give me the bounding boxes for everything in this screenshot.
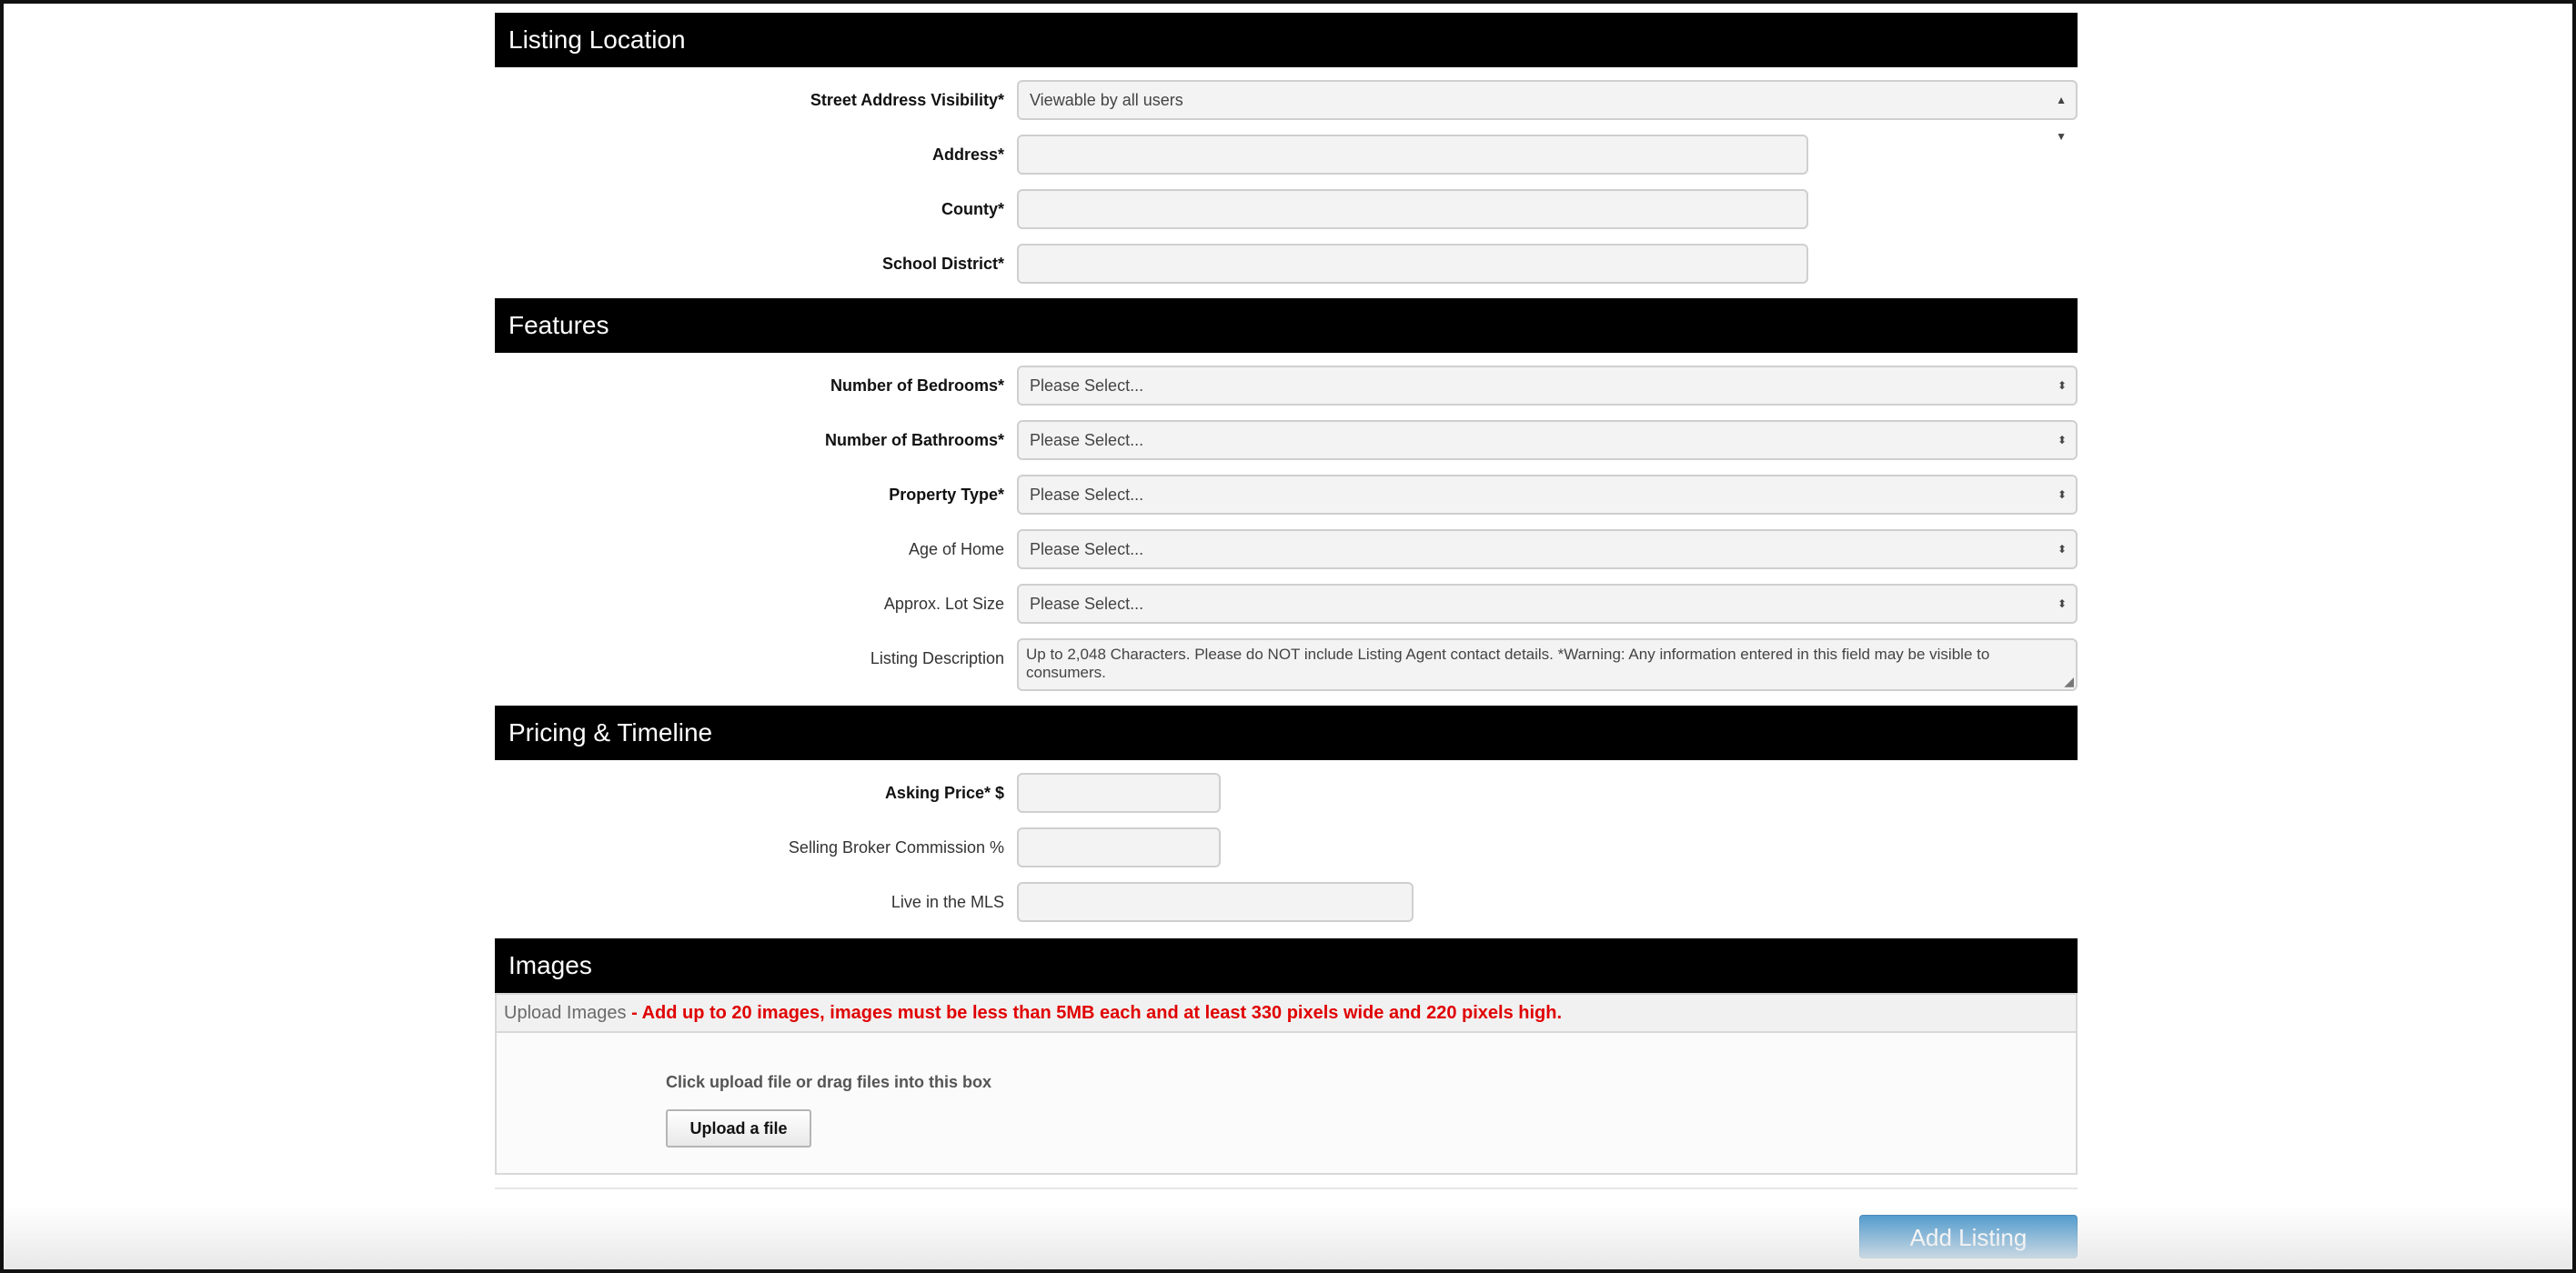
live-in-mls-input[interactable] (1017, 882, 1414, 922)
up-down-arrows-icon: ⬍ (2057, 597, 2067, 610)
county-label: County* (941, 200, 1004, 218)
up-down-arrows-icon: ⬍ (2057, 488, 2067, 501)
drop-hint-text: Click upload file or drag files into thi… (666, 1073, 992, 1091)
school-district-label: School District* (881, 255, 1004, 273)
listing-form: Listing Location Street Address Visibili… (495, 0, 2078, 1273)
section-header-images: Images (495, 938, 2078, 993)
age-of-home-value: Please Select... (1030, 540, 1144, 558)
add-listing-button[interactable]: Add Listing (1859, 1215, 2078, 1258)
street-address-visibility-value: Viewable by all users (1030, 91, 1183, 109)
broker-commission-label: Selling Broker Commission % (788, 838, 1004, 857)
street-address-visibility-label: Street Address Visibility* (810, 91, 1004, 109)
image-upload-dropzone[interactable]: Upload Images - Add up to 20 images, ima… (495, 993, 2078, 1175)
age-of-home-select[interactable]: Please Select... ⬍ (1017, 529, 2078, 569)
lot-size-label: Approx. Lot Size (883, 595, 1004, 613)
listing-description-placeholder: Up to 2,048 Characters. Please do NOT in… (1026, 646, 1990, 681)
street-address-visibility-select[interactable]: Viewable by all users ▲ ▼ (1017, 80, 2078, 143)
property-type-label: Property Type* (889, 486, 1004, 504)
red-arrow-icon (1001, 1202, 1364, 1273)
county-input[interactable] (1017, 189, 1808, 229)
broker-commission-input[interactable] (1017, 827, 1221, 867)
asking-price-input[interactable] (1017, 773, 1221, 813)
school-district-input[interactable] (1017, 244, 1808, 284)
upload-images-bar: Upload Images - Add up to 20 images, ima… (497, 995, 2076, 1033)
listing-description-textarea[interactable]: Up to 2,048 Characters. Please do NOT in… (1017, 638, 2078, 691)
section-header-pricing-timeline: Pricing & Timeline (495, 706, 2078, 760)
bedrooms-value: Please Select... (1030, 376, 1144, 395)
listing-description-label: Listing Description (870, 649, 1004, 667)
upload-images-label: Upload Images (504, 1003, 627, 1023)
bedrooms-select[interactable]: Please Select... ⬍ (1017, 366, 2078, 406)
divider (495, 1188, 2078, 1189)
up-down-arrows-icon: ⬍ (2057, 379, 2067, 392)
bathrooms-select[interactable]: Please Select... ⬍ (1017, 420, 2078, 460)
live-in-mls-label: Live in the MLS (891, 893, 1004, 911)
section-header-listing-location: Listing Location (495, 13, 2078, 67)
bedrooms-label: Number of Bedrooms* (830, 376, 1004, 395)
lot-size-value: Please Select... (1030, 595, 1144, 613)
address-input[interactable] (1017, 135, 1808, 175)
up-down-arrows-icon: ⬍ (2057, 434, 2067, 446)
up-down-arrows-icon: ⬍ (2057, 543, 2067, 556)
asking-price-label: Asking Price* $ (884, 784, 1004, 802)
upload-file-button[interactable]: Upload a file (666, 1109, 811, 1148)
property-type-select[interactable]: Please Select... ⬍ (1017, 475, 2078, 515)
section-header-features: Features (495, 298, 2078, 353)
address-label: Address* (931, 145, 1004, 164)
age-of-home-label: Age of Home (908, 540, 1004, 558)
up-down-arrows-icon: ▲ ▼ (2056, 94, 2067, 143)
bathrooms-label: Number of Bathrooms* (824, 431, 1004, 449)
upload-images-rules: - Add up to 20 images, images must be le… (631, 1003, 1563, 1023)
lot-size-select[interactable]: Please Select... ⬍ (1017, 584, 2078, 624)
resize-grip-icon[interactable]: ◢ (2064, 675, 2074, 687)
property-type-value: Please Select... (1030, 486, 1144, 504)
bathrooms-value: Please Select... (1030, 431, 1144, 449)
